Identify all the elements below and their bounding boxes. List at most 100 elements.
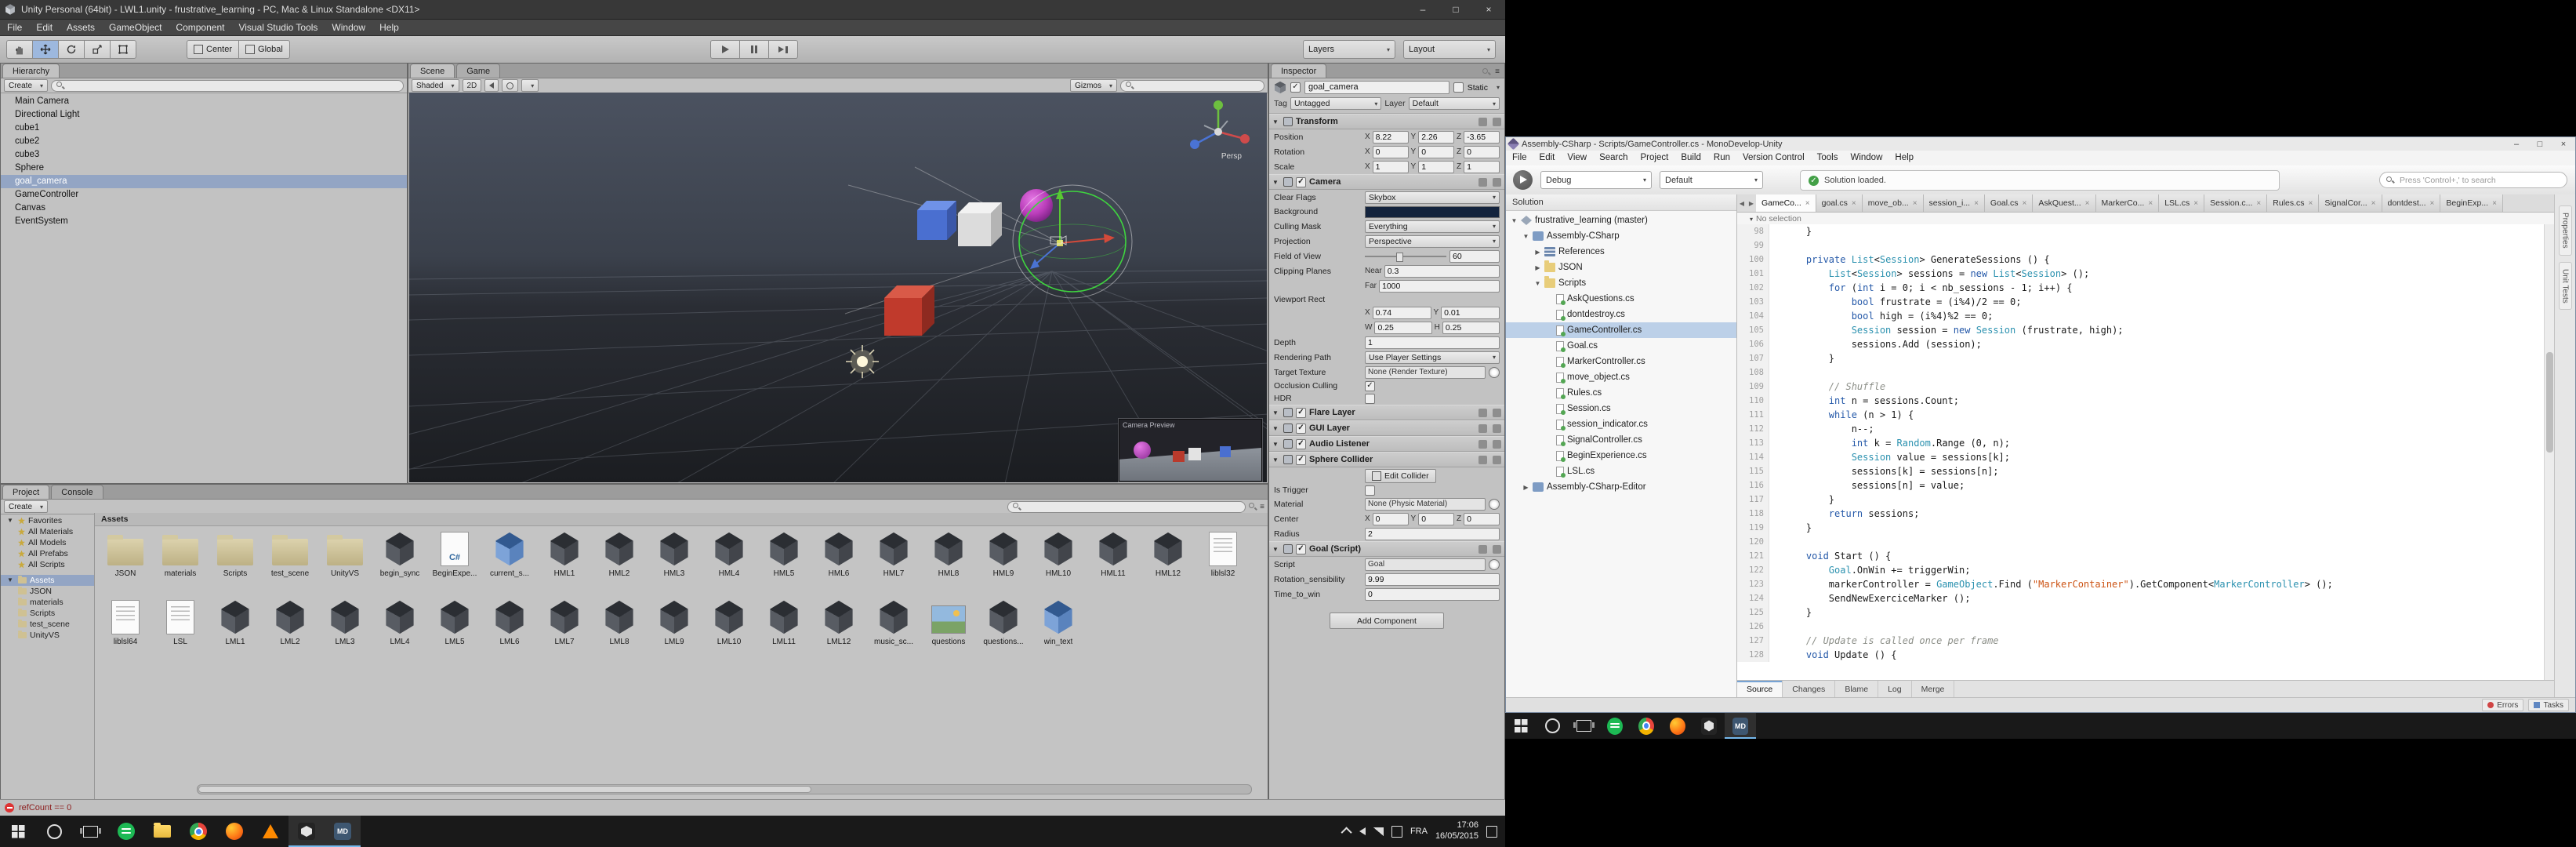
help-icon[interactable]	[1478, 424, 1487, 433]
play-button[interactable]	[710, 40, 739, 59]
layout-dropdown[interactable]: Layout ▾	[1403, 40, 1496, 59]
view-tab-merge[interactable]: Merge	[1912, 681, 1955, 698]
hierarchy-item-cube3[interactable]: cube3	[1, 148, 407, 162]
unity-statusbar[interactable]: refCount == 0	[0, 799, 1505, 816]
taskbar-clock[interactable]: 17:06 16/05/2015	[1435, 820, 1478, 842]
solution-item-assembly-csharp-editor[interactable]: ▶Assembly-CSharp-Editor	[1506, 479, 1736, 495]
component-header-sphere-collider[interactable]: ▼✓Sphere Collider	[1269, 452, 1504, 467]
code-line[interactable]: 117 }	[1737, 493, 2555, 507]
project-folder-unityvs[interactable]: UnityVS	[1, 630, 94, 641]
code-line[interactable]: 108	[1737, 365, 2555, 380]
close-tab-icon[interactable]: ×	[1805, 199, 1810, 208]
help-icon[interactable]	[1478, 118, 1487, 126]
component-header-camera[interactable]: ▼✓Camera	[1269, 174, 1504, 190]
tab-inspector[interactable]: Inspector	[1271, 64, 1326, 78]
object-field[interactable]: Goal	[1365, 558, 1486, 571]
editor-tab-session-c[interactable]: Session.c...×	[2204, 194, 2267, 212]
component-header-flare-layer[interactable]: ▼✓Flare Layer	[1269, 405, 1504, 420]
hierarchy-item-cube2[interactable]: cube2	[1, 135, 407, 148]
menu-edit[interactable]: Edit	[1533, 151, 1562, 165]
asset-hml2[interactable]: HML2	[595, 530, 644, 578]
static-checkbox[interactable]	[1453, 82, 1464, 93]
close-tab-icon[interactable]: ×	[2430, 199, 2435, 208]
taskbar-button-spotify[interactable]	[1599, 713, 1631, 739]
number-field[interactable]: 0	[1464, 146, 1500, 158]
gear-icon[interactable]	[1493, 456, 1501, 464]
close-tab-icon[interactable]: ×	[2085, 199, 2090, 208]
taskbar-button-vlc[interactable]	[252, 816, 288, 847]
close-button[interactable]: ×	[1472, 0, 1505, 19]
solution-item-signalcontroller-cs[interactable]: SignalController.cs	[1506, 432, 1736, 448]
tab-game[interactable]: Game	[456, 64, 500, 78]
code-line[interactable]: 102 for (int i = 0; i < nb_sessions - 1;…	[1737, 281, 2555, 295]
action-center-icon[interactable]	[1486, 826, 1497, 838]
taskbar-button-spotify[interactable]	[108, 816, 144, 847]
number-field[interactable]: 1	[1365, 336, 1500, 349]
asset-questions[interactable]: questions	[924, 598, 973, 646]
hierarchy-item-sphere[interactable]: Sphere	[1, 162, 407, 175]
magenta-sphere[interactable]	[1020, 189, 1053, 222]
code-line[interactable]: 110 int n = sessions.Count;	[1737, 394, 2555, 408]
edit-collider-button[interactable]: Edit Collider	[1365, 469, 1436, 483]
run-button[interactable]	[1513, 170, 1533, 190]
asset-lml1[interactable]: LML1	[211, 598, 259, 646]
number-field[interactable]: 0.01	[1441, 307, 1500, 319]
foldout-icon[interactable]: ▼	[1272, 456, 1280, 463]
number-field[interactable]: 60	[1449, 250, 1500, 263]
pivot-toggle-button[interactable]: Center	[187, 40, 238, 59]
hierarchy-search-input[interactable]	[51, 80, 404, 92]
scale-tool-button[interactable]	[84, 40, 110, 59]
tag-dropdown[interactable]: Untagged▾	[1290, 97, 1381, 110]
side-tab-unit-tests[interactable]: Unit Tests	[2559, 262, 2572, 311]
asset-materials[interactable]: materials	[156, 530, 205, 578]
code-line[interactable]: 128 void Update () {	[1737, 648, 2555, 662]
close-tab-icon[interactable]: ×	[2148, 199, 2153, 208]
solution-item-assembly-csharp[interactable]: ▼Assembly-CSharp	[1506, 228, 1736, 244]
component-header-audio-listener[interactable]: ▼✓Audio Listener	[1269, 436, 1504, 452]
horizontal-scrollbar[interactable]	[197, 784, 1252, 794]
red-cube[interactable]	[884, 285, 934, 336]
view-tab-changes[interactable]: Changes	[1783, 681, 1835, 698]
help-icon[interactable]	[1478, 545, 1487, 554]
asset-lml5[interactable]: LML5	[430, 598, 479, 646]
editor-tab-goal-cs[interactable]: Goal.cs×	[1985, 194, 2033, 212]
close-tab-icon[interactable]: ×	[1974, 199, 1979, 208]
asset-begin-sync[interactable]: begin_sync	[376, 530, 424, 578]
close-tab-icon[interactable]: ×	[2492, 199, 2497, 208]
gizmos-dropdown[interactable]: Gizmos ▾	[1070, 79, 1117, 92]
hand-tool-button[interactable]	[6, 40, 32, 59]
code-line[interactable]: 105 Session session = new Session (frust…	[1737, 323, 2555, 337]
tab-scene[interactable]: Scene	[410, 64, 455, 78]
menu-window[interactable]: Window	[325, 20, 372, 35]
menu-run[interactable]: Run	[1707, 151, 1736, 165]
number-field[interactable]: 0.74	[1373, 307, 1431, 319]
action-center-icon[interactable]	[1391, 826, 1402, 838]
panel-menu-icon[interactable]: ≡	[1260, 503, 1264, 511]
help-icon[interactable]	[1478, 440, 1487, 449]
gameobject-name-field[interactable]: goal_camera	[1304, 81, 1449, 94]
minimize-button[interactable]: –	[2505, 137, 2528, 151]
object-picker-icon[interactable]	[1489, 499, 1500, 510]
taskbar-button-search[interactable]	[36, 816, 72, 847]
foldout-icon[interactable]: ▶	[1534, 264, 1541, 271]
close-tab-icon[interactable]: ×	[2371, 199, 2376, 208]
code-line[interactable]: 104 bool high = (i%4)%2 == 0;	[1737, 309, 2555, 323]
hierarchy-item-directional-light[interactable]: Directional Light	[1, 108, 407, 122]
checkbox[interactable]: ✓	[1296, 177, 1306, 187]
help-icon[interactable]	[1478, 456, 1487, 464]
taskbar-button-chrome[interactable]	[180, 816, 216, 847]
code-line[interactable]: 119 }	[1737, 521, 2555, 535]
taskbar-button-task-view[interactable]	[1568, 713, 1599, 739]
object-field[interactable]: None (Physic Material)	[1365, 498, 1486, 511]
taskbar-button-unity[interactable]	[1693, 713, 1725, 739]
menu-build[interactable]: Build	[1674, 151, 1707, 165]
menu-help[interactable]: Help	[1888, 151, 1920, 165]
code-line[interactable]: 103 bool frustrate = (i%4)/2 == 0;	[1737, 295, 2555, 309]
asset-hml1[interactable]: HML1	[540, 530, 589, 578]
taskbar-button-start[interactable]	[1505, 713, 1537, 739]
foldout-icon[interactable]: ▼	[1272, 179, 1280, 186]
configuration-dropdown[interactable]: Debug▾	[1540, 171, 1652, 189]
code-line[interactable]: 127 // Update is called once per frame	[1737, 634, 2555, 648]
checkbox[interactable]: ✓	[1296, 424, 1306, 434]
code-line[interactable]: 107 }	[1737, 351, 2555, 365]
